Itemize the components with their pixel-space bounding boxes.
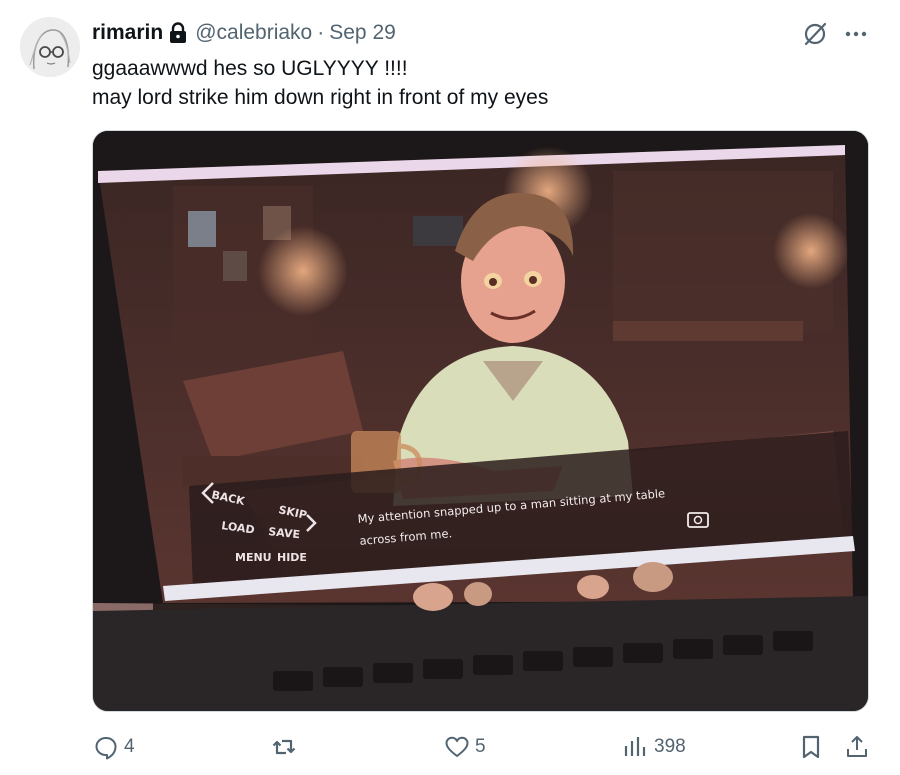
share-button[interactable] [843, 728, 871, 766]
reply-count: 4 [124, 736, 135, 757]
like-count: 5 [475, 736, 486, 757]
views-button[interactable]: 398 [622, 728, 686, 766]
grok-icon[interactable] [800, 19, 830, 49]
tweet-header: rimarin @calebriako · Sep 29 [92, 19, 396, 47]
like-button[interactable]: 5 [443, 728, 486, 766]
game-menu-item: MENU [235, 551, 272, 564]
tweet-text-line: may lord strike him down right in front … [92, 86, 549, 109]
author-handle[interactable]: @calebriako [195, 21, 312, 45]
avatar[interactable] [20, 17, 80, 77]
reply-icon [92, 733, 120, 761]
game-menu-item: HIDE [277, 551, 307, 564]
reply-button[interactable]: 4 [92, 728, 135, 766]
view-count: 398 [654, 736, 686, 757]
lock-icon [169, 22, 187, 44]
bookmark-button[interactable] [797, 728, 825, 766]
author-display-name[interactable]: rimarin [92, 21, 163, 45]
tweet-photo[interactable]: BACK SKIP LOAD SAVE MENU HIDE My attenti… [92, 130, 869, 712]
heart-icon [443, 733, 471, 761]
separator-dot: · [317, 21, 325, 44]
tweet-date[interactable]: Sep 29 [329, 21, 396, 45]
more-icon[interactable] [842, 20, 870, 48]
tweet-actions: 4 5 398 [0, 728, 900, 766]
tweet-text-line: ggaaawwwd hes so UGLYYYY !!!! [92, 57, 408, 80]
share-icon [843, 733, 871, 761]
bookmark-icon [797, 733, 825, 761]
tweet-text: ggaaawwwd hes so UGLYYYY !!!! may lord s… [92, 54, 548, 112]
laptop-photo-illustration: BACK SKIP LOAD SAVE MENU HIDE My attenti… [93, 131, 868, 711]
repost-icon [270, 733, 298, 761]
views-icon [622, 733, 650, 761]
avatar-sketch-icon [20, 17, 80, 77]
repost-button[interactable] [270, 728, 302, 766]
